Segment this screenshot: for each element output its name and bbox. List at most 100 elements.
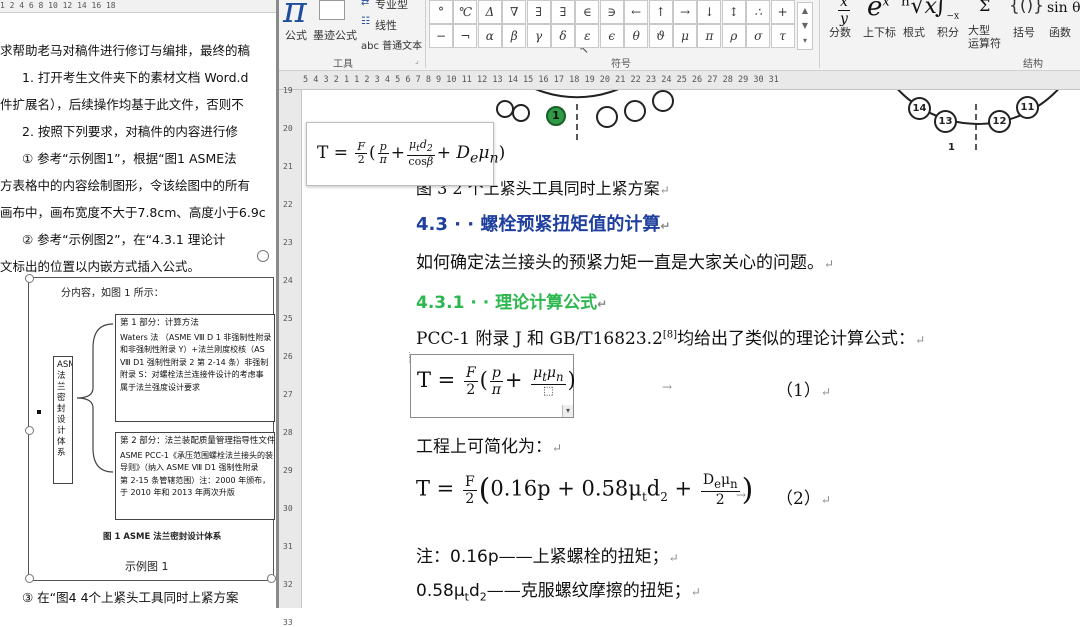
symbol-button[interactable]: τ [770, 24, 795, 48]
symbol-button[interactable]: → [673, 0, 697, 24]
symbol-button[interactable]: ∃ [551, 0, 575, 24]
symbol-button[interactable]: ε [575, 24, 600, 48]
part1-box: 第 1 部分：计算方法 Waters 法 （ASME Ⅷ D 1 非强制性附录 … [115, 314, 275, 422]
equation-drag-handle-icon[interactable]: ⋮ ⋮ [406, 352, 413, 364]
symbol-button[interactable]: α [477, 24, 502, 48]
symbol-button[interactable]: − [429, 24, 453, 48]
ink-equation-icon[interactable] [319, 0, 345, 20]
instruction-document-window[interactable]: 1 2 4 6 8 10 12 14 16 18 求帮助老马对稿件进行修订与编排… [0, 0, 279, 608]
resize-handle-icon[interactable] [25, 274, 34, 283]
equation-2: T = F 2 (0.16p + 0.58μtd2 + Deμn 2) [416, 472, 754, 509]
symbol-button[interactable]: ∋ [599, 0, 624, 24]
vruler-number: 22 [283, 200, 293, 209]
symbol-button[interactable]: ° [429, 0, 453, 24]
tab-mark-icon: → [662, 380, 673, 394]
part1-line: 和非强制性附录 Y）+法兰刚度校核（AS [120, 345, 265, 354]
integral-icon: ∫−x [935, 0, 960, 22]
figure-intro-text: 分内容，如图 1 所示： [61, 288, 164, 299]
bullet-dot [37, 410, 41, 414]
resize-handle-icon[interactable] [25, 574, 34, 583]
vertical-ruler[interactable]: 19 20 21 22 23 24 25 26 27 28 29 30 31 32 33 [279, 86, 302, 627]
symbol-button[interactable]: ∃ [526, 0, 551, 24]
resize-handle-icon[interactable] [25, 426, 34, 435]
large-operator-button[interactable]: 大型 运算符 [968, 24, 1001, 50]
equation-options-icon[interactable]: ▾ [562, 405, 573, 417]
vertical-title-text: ASME 法兰密封设计体系 [57, 360, 72, 458]
horizontal-ruler[interactable]: 5 4 3 2 1 1 2 3 4 5 6 7 8 9 10 11 12 13 … [279, 71, 1080, 90]
professional-icon: ⇄ [361, 0, 370, 8]
symbol-button[interactable]: ρ [721, 24, 746, 48]
function-icon: sin θ [1047, 0, 1080, 16]
vruler-number: 21 [283, 162, 293, 171]
symbol-button[interactable]: ϵ [599, 24, 624, 48]
script-button[interactable]: 上下标 [863, 24, 896, 40]
equation-preview-popup[interactable]: T = F 2(p π + μtd2 cosβ + Deμn) [306, 122, 505, 186]
part1-line: Waters 法 （ASME Ⅷ D 1 非强制性附录 [120, 332, 272, 342]
symbol-button[interactable]: δ [551, 24, 575, 48]
paragraph-1: 如何确定法兰接头的预紧力矩一直是大家关心的问题。↵ [416, 253, 835, 273]
part2-box: 第 2 部分：法兰装配质量管理指导性文件 ASME PCC-1《承压范围螺栓法兰… [115, 432, 275, 520]
integral-button[interactable]: 积分 [937, 24, 959, 40]
instruction-line: 方表格中的内容绘制图形，令该绘图中的所有 [0, 178, 251, 193]
vruler-number: 25 [283, 314, 293, 323]
radical-icon: ⁿ√x [901, 0, 937, 19]
symbol-button[interactable]: ↓ [697, 0, 722, 24]
paragraph-3: 工程上可简化为：↵ [416, 437, 563, 457]
left-ruler: 1 2 4 6 8 10 12 14 16 18 [0, 0, 276, 13]
equation-preview: T = F 2(p π + μtd2 cosβ + Deμn) [317, 138, 506, 168]
symbol-button[interactable]: ← [624, 0, 649, 24]
ink-equation-button[interactable]: 墨迹公式 [313, 27, 357, 43]
linear-icon: ☷ [361, 16, 370, 27]
resize-handle-icon[interactable] [267, 574, 276, 583]
symbol-button[interactable]: θ [624, 24, 649, 48]
expand-icon[interactable]: ⌟ [415, 56, 419, 65]
symbol-button[interactable]: ∈ [575, 0, 600, 24]
bolt-circle [652, 90, 674, 112]
symbol-button[interactable]: β [502, 24, 527, 48]
symbol-button[interactable]: γ [526, 24, 551, 48]
symbol-button[interactable]: + [770, 0, 795, 24]
symbol-button[interactable]: σ [746, 24, 771, 48]
tab-mark-icon: → [736, 488, 747, 502]
symbol-button[interactable]: ↕ [721, 0, 746, 24]
equation-1-box[interactable]: ⋮ ⋮ ▾ T = F 2(p π + μtμn ⬚) [406, 352, 576, 418]
fraction-button[interactable]: 分数 [829, 24, 851, 40]
vruler-number: 29 [283, 466, 293, 475]
radical-button[interactable]: 根式 [903, 24, 925, 40]
part1-title: 第 1 部分：计算方法 [120, 318, 199, 328]
normal-text-button[interactable]: abc 普通文本 [361, 37, 422, 52]
symbol-button[interactable]: π [697, 24, 722, 48]
script-icon: ex [867, 0, 890, 22]
linear-button[interactable]: 线性 [375, 17, 397, 33]
professional-button[interactable]: 专业型 [375, 0, 408, 12]
bolt-circle-12: 12 [988, 110, 1011, 133]
vruler-number: 19 [283, 86, 293, 95]
symbol-button[interactable]: ∴ [746, 0, 771, 24]
group-separator [819, 0, 820, 68]
rotate-handle-icon[interactable] [257, 250, 269, 262]
bolt-circle [596, 106, 618, 128]
part2-title: 第 2 部分：法兰装配质量管理指导性文件 [120, 436, 275, 446]
symbol-button[interactable]: ¬ [453, 24, 478, 48]
symbol-button[interactable]: Δ [477, 0, 502, 24]
bolt-circle-11: 11 [1016, 96, 1039, 119]
note-line-2: 0.58μtd2——克服螺纹摩擦的扭矩；↵ [416, 581, 701, 604]
symbol-button[interactable]: ∇ [502, 0, 527, 24]
example-figure-1: 分内容，如图 1 所示： ASME 法兰密封设计体系 第 1 部分：计算方法 W… [25, 274, 276, 583]
vruler-number: 27 [283, 390, 293, 399]
symbol-button[interactable]: ϑ [648, 24, 673, 48]
normal-text-label: 普通文本 [382, 41, 423, 52]
instruction-line: ② 参考“示例图2”，在“4.3.1 理论计 [22, 232, 226, 247]
bracket-button[interactable]: 括号 [1013, 24, 1035, 40]
symbol-button[interactable]: ↑ [648, 0, 673, 24]
function-button[interactable]: 函数 [1049, 24, 1071, 40]
vruler-number: 30 [283, 504, 293, 513]
symbol-button[interactable]: ℃ [453, 0, 478, 24]
part2-line: 导则》（纳入 ASME Ⅷ D1 强制性附录 [120, 463, 259, 472]
equation-button[interactable]: 公式 [285, 27, 307, 43]
vruler-number: 26 [283, 352, 293, 361]
vertical-title-box: ASME 法兰密封设计体系 [53, 356, 73, 484]
symbol-button[interactable]: μ [673, 24, 697, 48]
symbols-scroll[interactable]: ▲ ▼ ▾ [797, 2, 813, 50]
symbols-group-label: 符号 [611, 59, 631, 70]
